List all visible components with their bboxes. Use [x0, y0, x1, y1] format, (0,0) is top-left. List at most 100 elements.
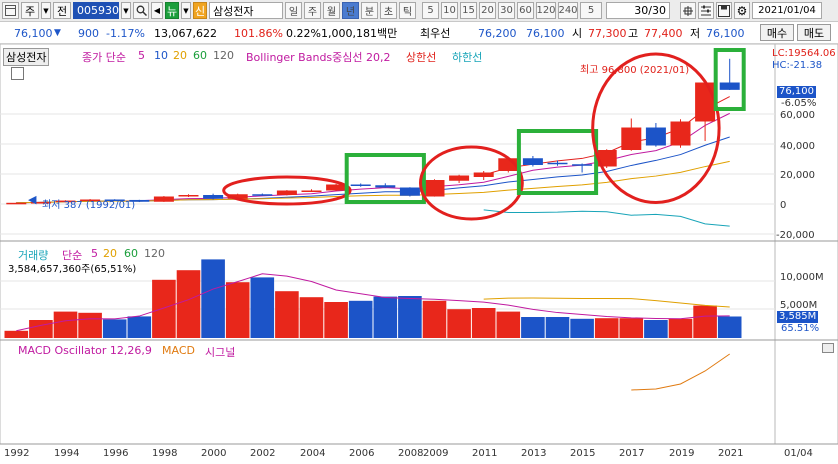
volume-bar — [668, 318, 693, 338]
y-tick-60000: 60,000 — [780, 110, 815, 121]
interval-custom[interactable]: 5 — [580, 2, 602, 19]
candle-body — [424, 180, 445, 197]
save-icon[interactable] — [716, 2, 732, 19]
legend-upper-band: 상한선 — [406, 51, 437, 64]
candle-body — [522, 158, 543, 165]
volume-bar — [471, 308, 496, 338]
interval-10[interactable]: 10 — [441, 2, 458, 19]
volume-bar — [152, 279, 176, 338]
interval-15[interactable]: 15 — [460, 2, 477, 19]
buy-button[interactable]: 매수 — [760, 24, 794, 41]
interval-240[interactable]: 240 — [558, 2, 578, 19]
period-week[interactable]: 주 — [304, 2, 321, 19]
candle-body — [276, 190, 297, 195]
volume-bar — [4, 330, 29, 338]
candle-body — [350, 184, 371, 186]
count-input[interactable]: 30/30 — [606, 2, 670, 19]
volume-bar — [496, 311, 521, 338]
x-tick-label: 2004 — [300, 448, 326, 459]
jeon-button[interactable]: 전 — [53, 2, 71, 19]
macd-scrollbar-icon[interactable] — [822, 343, 834, 353]
interval-60[interactable]: 60 — [517, 2, 534, 19]
legend-ma120: 120 — [213, 49, 234, 62]
volume-info: 3,584,657,360주(65,51%) — [8, 264, 137, 275]
gear-icon[interactable]: ⚙ — [734, 2, 750, 19]
interval-20[interactable]: 20 — [479, 2, 496, 19]
candle-body — [178, 195, 199, 197]
candle-body — [695, 82, 716, 122]
stock-code-input[interactable]: 005930 — [73, 2, 119, 19]
y-tick-20000: 20,000 — [780, 170, 815, 181]
period-tick[interactable]: 틱 — [399, 2, 416, 19]
period-year[interactable]: 년 — [342, 2, 359, 19]
candle-body — [719, 82, 740, 90]
x-tick-label: 1992 — [4, 448, 30, 459]
refresh-icon[interactable] — [680, 2, 696, 19]
volume-bar — [398, 296, 422, 338]
volume-bar — [521, 317, 545, 338]
volume-bar — [644, 320, 668, 338]
x-tick-label: 2009 — [423, 448, 449, 459]
last-pct-label: -6.05% — [781, 98, 817, 109]
code-dropdown-icon[interactable]: ▼ — [121, 2, 131, 19]
layout-icon[interactable] — [2, 2, 19, 19]
volume-bar — [250, 277, 275, 338]
volume-bar — [29, 320, 53, 338]
best-bid-price: 76,100 — [526, 26, 565, 40]
quote-bar: 76,100 ▼ 900 -1.17% 13,067,622 101.86% 0… — [0, 23, 838, 44]
arrow-down-icon[interactable]: ▼ — [181, 2, 191, 19]
legend-vma20: 20 — [103, 247, 117, 260]
interval-30[interactable]: 30 — [498, 2, 515, 19]
stock-name-field[interactable]: 삼성전자 — [209, 2, 283, 19]
sin-button[interactable]: 신 — [193, 2, 207, 19]
volume-bar — [619, 318, 644, 338]
interval-120[interactable]: 120 — [536, 2, 556, 19]
date-input[interactable]: 2021/01/04 — [752, 2, 822, 19]
period-month[interactable]: 월 — [323, 2, 340, 19]
legend-ma5: 5 — [138, 49, 145, 62]
period-minute[interactable]: 분 — [361, 2, 378, 19]
volume-bar — [545, 317, 570, 338]
candle-body — [547, 162, 568, 165]
change-percent: -1.17% — [106, 26, 145, 40]
legend-bollinger: Bollinger Bands중심선 20,2 — [246, 51, 391, 64]
volume-bar — [422, 300, 447, 338]
sell-button[interactable]: 매도 — [797, 24, 831, 41]
legend-ma10: 10 — [154, 49, 168, 62]
legend-macd: MACD — [162, 344, 195, 357]
legend-ma20: 20 — [173, 49, 187, 62]
price-change: 900 — [78, 26, 99, 40]
legend-vma120: 120 — [144, 247, 165, 260]
ju-button[interactable]: 주 — [21, 2, 39, 19]
search-icon[interactable] — [133, 2, 149, 19]
period-second[interactable]: 초 — [380, 2, 397, 19]
open-price: 77,300 — [588, 26, 627, 40]
x-tick-label: 2015 — [570, 448, 596, 459]
x-tick-label: 2017 — [619, 448, 645, 459]
candle-body — [473, 172, 494, 177]
legend-ma60: 60 — [193, 49, 207, 62]
layout-icon-glyph — [5, 5, 16, 16]
period-day[interactable]: 일 — [285, 2, 302, 19]
settings-mini-icon[interactable] — [11, 67, 24, 80]
interval-5[interactable]: 5 — [422, 2, 439, 19]
volume-bar — [594, 318, 619, 338]
turnover-percent: 0.22% — [286, 26, 321, 40]
candle-body — [399, 187, 420, 196]
low-label: 저 — [690, 27, 701, 40]
y-tick-0: 0 — [780, 200, 787, 211]
volume-ratio: 101.86% — [234, 26, 283, 40]
dropdown-arrow-icon[interactable]: ▼ — [41, 2, 51, 19]
last-volume-box: 3,585M — [777, 311, 819, 323]
legend-signal: 시그널 — [205, 346, 236, 359]
x-tick-label: 1994 — [54, 448, 80, 459]
new-button[interactable]: 뉴 — [165, 2, 179, 19]
high-price: 77,400 — [644, 26, 683, 40]
prev-arrow-icon[interactable]: ◀ — [151, 2, 163, 19]
grid-settings-icon[interactable] — [698, 2, 714, 19]
x-tick-label: 01/04 — [784, 448, 813, 459]
legend-vma60: 60 — [124, 247, 138, 260]
candle-body — [6, 202, 27, 205]
toolbar: 주 ▼ 전 005930 ▼ ◀ 뉴 ▼ 신 삼성전자 일 주 월 년 분 초 … — [0, 0, 838, 22]
high-annotation: 최고 96,800 (2021/01) — [580, 65, 690, 76]
